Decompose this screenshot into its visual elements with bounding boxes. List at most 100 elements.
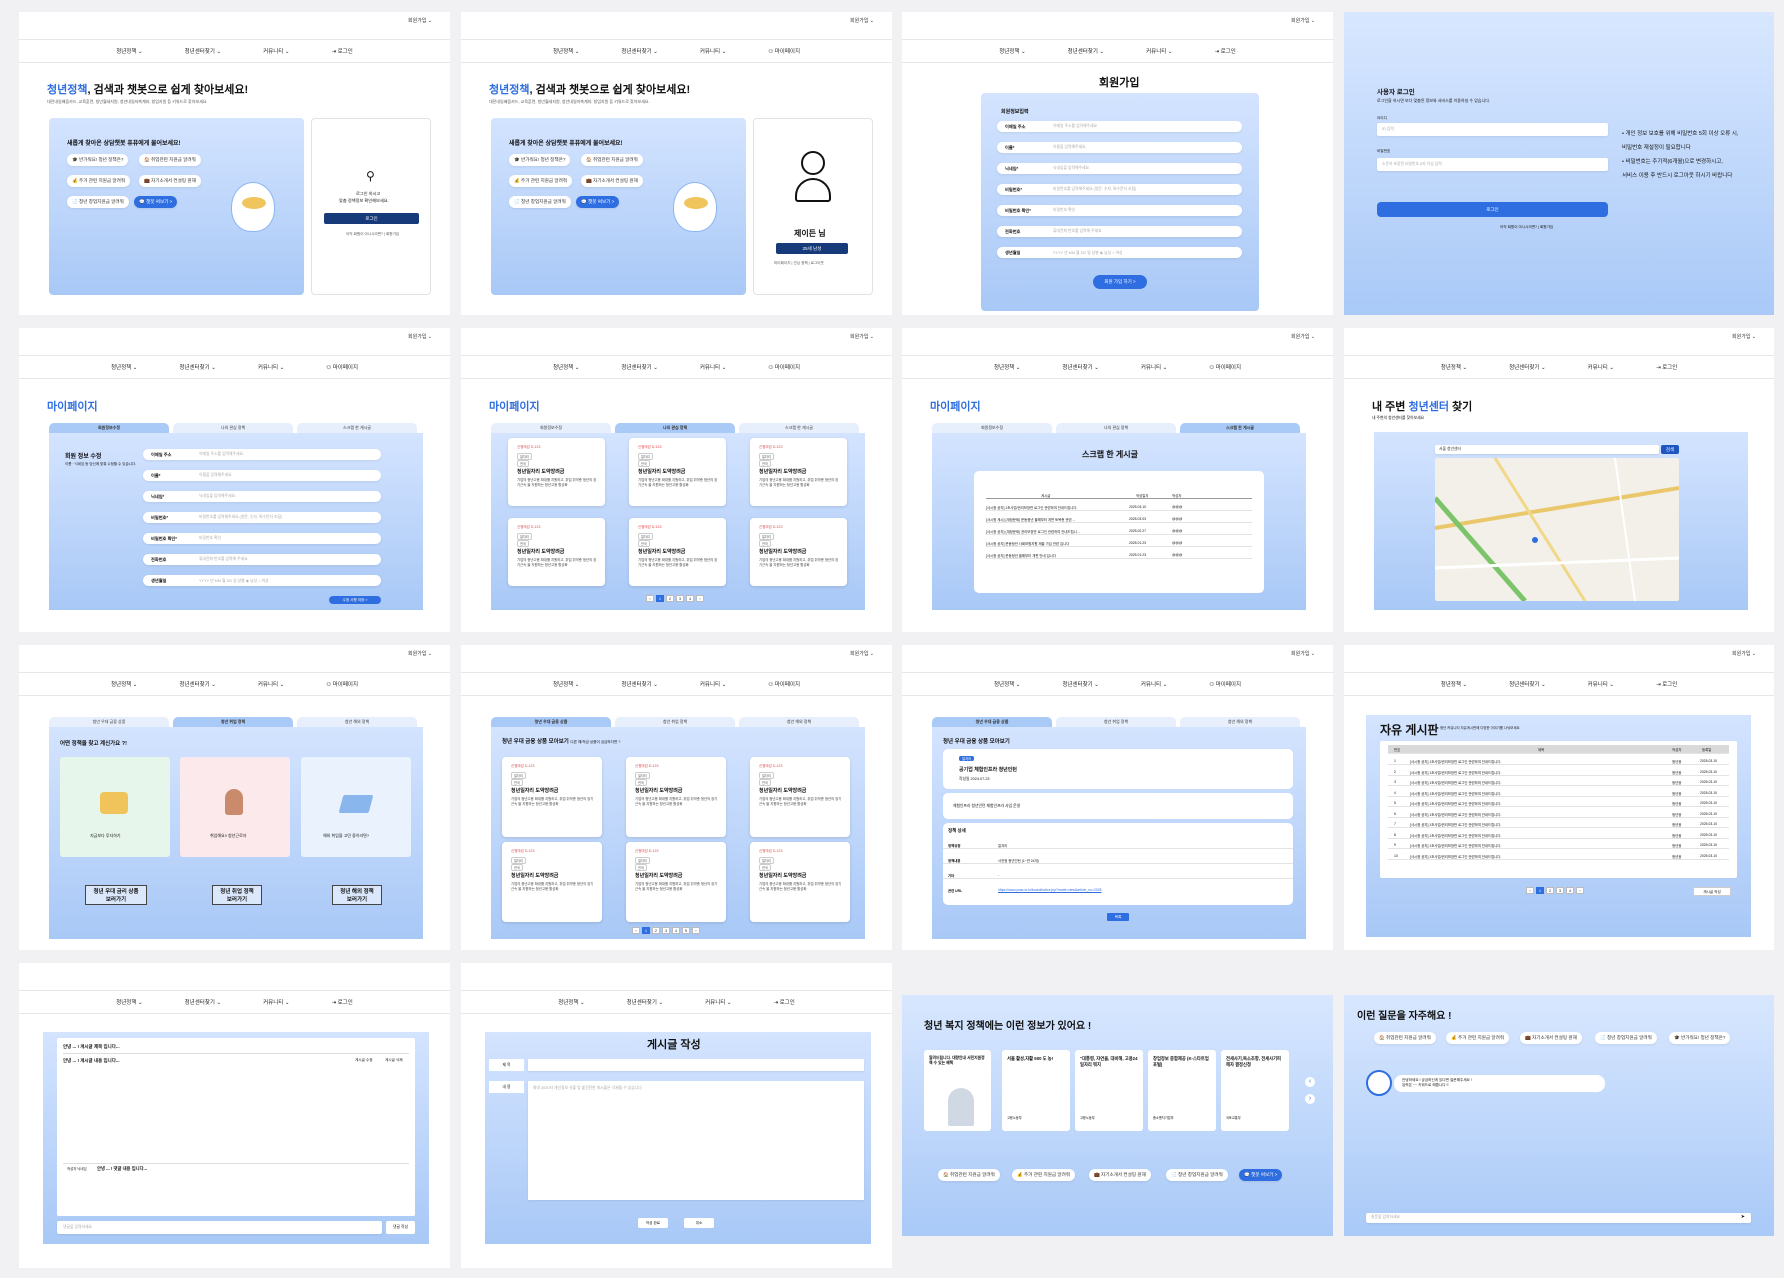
- tab-scrap[interactable]: 스크랩 한 게시글: [297, 423, 417, 433]
- edit-post-button[interactable]: 게시글 수정: [355, 1058, 373, 1063]
- nav-center[interactable]: 청년센터찾기 ⌄: [179, 680, 216, 688]
- nav-mypage[interactable]: ⚇ 마이페이지: [1209, 363, 1241, 371]
- table-row[interactable]: 7 [사시청 공지] 1조사업/권리보장반 로그인 관련하여 안내드립니다. 청년광…: [1388, 820, 1729, 828]
- nav-policy[interactable]: 청년정책 ⌄: [1441, 363, 1467, 371]
- cancel-button[interactable]: 취소: [684, 1218, 714, 1228]
- category-employment[interactable]: 취업해요!! 청년근로자: [180, 757, 290, 857]
- tab-edit[interactable]: 회원정보수정: [932, 423, 1052, 433]
- overseas-link-button[interactable]: 청년 해외 정책 보러가기: [332, 885, 382, 905]
- table-row[interactable]: 8 [사시청 공지] 1조사업/권리보장반 로그인 관련하여 안내드립니다. 청년광…: [1388, 831, 1729, 839]
- chat-input[interactable]: 질문을 입력하세요 ➤: [1366, 1213, 1751, 1223]
- nav-policy[interactable]: 청년정책 ⌄: [116, 998, 142, 1006]
- finance-link-button[interactable]: 청년 우대 금리 상품 보러가기: [85, 885, 147, 905]
- util-signup-link[interactable]: 회원가입 ⌄: [1732, 650, 1756, 657]
- faq-chip-2[interactable]: 💰 주거 관련 지원금 알려줘: [1446, 1032, 1510, 1044]
- nav-login[interactable]: ⇥ 로그인: [1656, 363, 1677, 371]
- util-signup-link[interactable]: 회원가입 ⌄: [1291, 17, 1315, 24]
- util-signup-link[interactable]: 회원가입 ⌄: [1291, 333, 1315, 340]
- tab-interest[interactable]: 나의 관심 정책: [1056, 423, 1176, 433]
- policy-card[interactable]: 신청마감 D-123 일자리 전국 청년일자리 도약장려금 기업의 청년고용 확대를 지…: [502, 757, 602, 837]
- policy-card[interactable]: 신청마감 D-123 일자리 전국 청년일자리 도약장려금 기업의 청년고용 확대를 지…: [750, 518, 847, 586]
- tab-interest[interactable]: 나의 관심 정책: [173, 423, 293, 433]
- nav-policy[interactable]: 청년정책 ⌄: [994, 363, 1020, 371]
- nav-community[interactable]: 커뮤니티 ⌄: [705, 998, 731, 1006]
- password-field[interactable]: 비밀번호* 비밀번호를 입력해주세요 (영문, 숫자, 특수문자 조합): [997, 184, 1242, 195]
- delete-post-button[interactable]: 게시글 삭제: [385, 1058, 403, 1063]
- content-textarea[interactable]: 최대 3000자 개인정보 유출 및 불건전한 게시물은 삭제될 수 있습니다.: [528, 1081, 864, 1200]
- birth-gender-field[interactable]: 생년월일 YYYY 년 MM 월 DD 일 성별 ◉ 남성 ○ 여성: [997, 247, 1242, 258]
- faq-chip-5[interactable]: 🎓 반가워요! 청년 정책은?: [1669, 1032, 1731, 1044]
- chip-4[interactable]: 📄 청년 창업지원금 알려줘: [1166, 1169, 1228, 1181]
- nav-mypage[interactable]: ⚇ 마이페이지: [326, 680, 358, 688]
- table-row[interactable]: 9 [사시청 공지] 1조사업/권리보장반 로그인 관련하여 안내드립니다. 청년광…: [1388, 841, 1729, 849]
- tab-employment[interactable]: 청년 취업 정책: [173, 717, 293, 727]
- policy-card[interactable]: 신청마감 D-123 일자리 전국 청년일자리 도약장려금 기업의 청년고용 확대를 지…: [626, 842, 726, 922]
- tab-interest[interactable]: 나의 관심 정책: [615, 423, 735, 433]
- table-row[interactable]: 4 [사시청 공지] 1조사업/권리보장반 로그인 관련하여 안내드립니다. 청년광…: [1388, 789, 1729, 797]
- tab-overseas[interactable]: 청년 해외 정책: [1180, 717, 1300, 727]
- submit-post-button[interactable]: 작성 완료: [638, 1218, 668, 1228]
- nav-community[interactable]: 커뮤니티 ⌄: [700, 680, 726, 688]
- nav-community[interactable]: 커뮤니티 ⌄: [258, 363, 284, 371]
- tab-employment[interactable]: 청년 취업 정책: [1056, 717, 1176, 727]
- util-signup-link[interactable]: 회원가입 ⌄: [408, 650, 432, 657]
- table-row[interactable]: 1 [사시청 공지] 1조사업/권리보장반 로그인 관련하여 안내드립니다. 청년광…: [1388, 757, 1729, 765]
- center-search-button[interactable]: 검색: [1661, 445, 1679, 454]
- nav-login[interactable]: ⇥ 로그인: [331, 998, 352, 1006]
- chip-chatbot[interactable]: 💬 챗봇 써보기 >: [1239, 1169, 1283, 1181]
- nav-center[interactable]: 청년센터찾기 ⌄: [179, 363, 216, 371]
- password-confirm-field[interactable]: 비밀번호 확인* 비밀번호 확인: [997, 205, 1242, 216]
- nav-login[interactable]: ⇥ 로그인: [773, 998, 794, 1006]
- policy-card[interactable]: 신청마감 D-123 일자리 전국 청년일자리 도약장려금 기업의 청년고용 확대를 지…: [502, 842, 602, 922]
- table-row[interactable]: [사시청 게시] (계정문제) 운동청년 올해부터 개편 토목총 관련 ... 2…: [986, 515, 1252, 523]
- tab-finance[interactable]: 청년 우대 금융 상품: [49, 717, 169, 727]
- table-row[interactable]: [사시청 공지] 운동청년 올해부터 개편 안내 입니다 2025.01.23 @@…: [986, 551, 1252, 559]
- title-input[interactable]: [528, 1059, 864, 1071]
- login-button[interactable]: 로그인: [324, 213, 419, 224]
- util-signup-link[interactable]: 회원가입 ⌄: [850, 333, 874, 340]
- nav-center[interactable]: 청년센터찾기 ⌄: [621, 680, 658, 688]
- tab-finance[interactable]: 청년 우대 금융 상품: [932, 717, 1052, 727]
- nav-center[interactable]: 청년센터찾기 ⌄: [1509, 363, 1546, 371]
- name-field[interactable]: 이름* 이름을 입력해주세요.: [997, 142, 1242, 153]
- chip-1[interactable]: 🎓 반가워요! 청년 정책은?: [509, 154, 571, 166]
- nav-policy[interactable]: 청년정책 ⌄: [999, 47, 1025, 55]
- util-signup-link[interactable]: 회원가입 ⌄: [408, 17, 432, 24]
- nav-community[interactable]: 커뮤니티 ⌄: [263, 47, 289, 55]
- util-signup-link[interactable]: 회원가입 ⌄: [1291, 650, 1315, 657]
- user-info-button[interactable]: 25세 남성: [776, 243, 848, 254]
- nav-login[interactable]: ⇥ 로그인: [1656, 680, 1677, 688]
- chip-5[interactable]: 📄 청년 창업지원금 알려줘: [67, 196, 129, 208]
- password-confirm-field[interactable]: 비밀번호 확인* 비밀번호 확인: [143, 533, 381, 544]
- tab-edit[interactable]: 회원정보수정: [49, 423, 169, 433]
- back-to-list-button[interactable]: 목록: [1107, 913, 1129, 921]
- password-input[interactable]: 소문자 포함된 비밀번호 8자 이상 입력: [1377, 158, 1608, 171]
- nav-mypage[interactable]: ⚇ 마이페이지: [768, 47, 800, 55]
- chip-3[interactable]: 💰 주거 관련 지원금 알려줘: [67, 175, 131, 187]
- nav-center[interactable]: 청년센터찾기 ⌄: [621, 47, 658, 55]
- tab-scrap[interactable]: 스크랩 한 게시글: [739, 423, 859, 433]
- nav-policy[interactable]: 청년정책 ⌄: [111, 363, 137, 371]
- nav-community[interactable]: 커뮤니티 ⌄: [1146, 47, 1172, 55]
- nav-community[interactable]: 커뮤니티 ⌄: [1588, 363, 1614, 371]
- phone-field[interactable]: 전화번호 휴대전화 번호를 입력해 주세요: [143, 554, 381, 565]
- policy-card[interactable]: 신청마감 D-123 일자리 전국 청년일자리 도약장려금 기업의 청년고용 확대를 지…: [750, 438, 847, 506]
- table-row[interactable]: [사시청 공지] (계정문제) 권리보장반 로그인 관련하여 안내드립니... 2…: [986, 527, 1252, 535]
- nav-community[interactable]: 커뮤니티 ⌄: [258, 680, 284, 688]
- welfare-card[interactable]: 전세사기,독소조항, 전세사기피해자 결정신청 국토교통부: [1221, 1050, 1289, 1131]
- user-links[interactable]: 마이페이지 | 관심 정책 | 로그아웃: [774, 261, 824, 266]
- util-signup-link[interactable]: 회원가입 ⌄: [850, 650, 874, 657]
- nav-community[interactable]: 커뮤니티 ⌄: [263, 998, 289, 1006]
- nav-mypage[interactable]: ⚇ 마이페이지: [768, 680, 800, 688]
- email-field[interactable]: 이메일 주소 이메일 주소를 입력해주세요.: [997, 121, 1242, 132]
- tab-finance[interactable]: 청년 우대 금융 상품: [491, 717, 611, 727]
- table-row[interactable]: 3 [사시청 공지] 1조사업/권리보장반 로그인 관련하여 안내드립니다. 청년광…: [1388, 778, 1729, 786]
- chip-5[interactable]: 📄 청년 창업지원금 알려줘: [509, 196, 571, 208]
- nav-mypage[interactable]: ⚇ 마이페이지: [326, 363, 358, 371]
- nav-center[interactable]: 청년센터찾기 ⌄: [185, 998, 222, 1006]
- tab-overseas[interactable]: 청년 해외 정책: [739, 717, 859, 727]
- carousel-prev-icon[interactable]: ‹: [1305, 1077, 1315, 1087]
- table-row[interactable]: 10 [사시청 공지] 1조사업/권리보장반 로그인 관련하여 안내드립니다. 청년…: [1388, 852, 1729, 860]
- nav-center[interactable]: 청년센터찾기 ⌄: [627, 998, 664, 1006]
- pagination[interactable]: ‹ 1 2 3 4 ›: [646, 595, 704, 602]
